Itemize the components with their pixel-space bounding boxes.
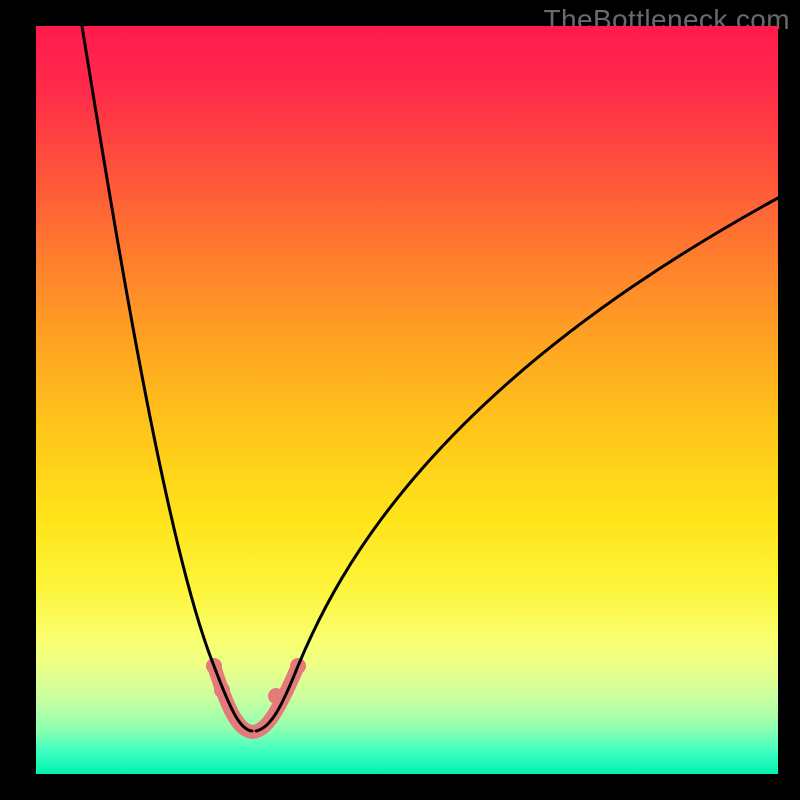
plot-area (36, 26, 778, 774)
curve-overlay (36, 26, 778, 774)
left-curve (82, 26, 252, 731)
right-curve (256, 198, 778, 731)
chart-frame: TheBottleneck.com (0, 0, 800, 800)
